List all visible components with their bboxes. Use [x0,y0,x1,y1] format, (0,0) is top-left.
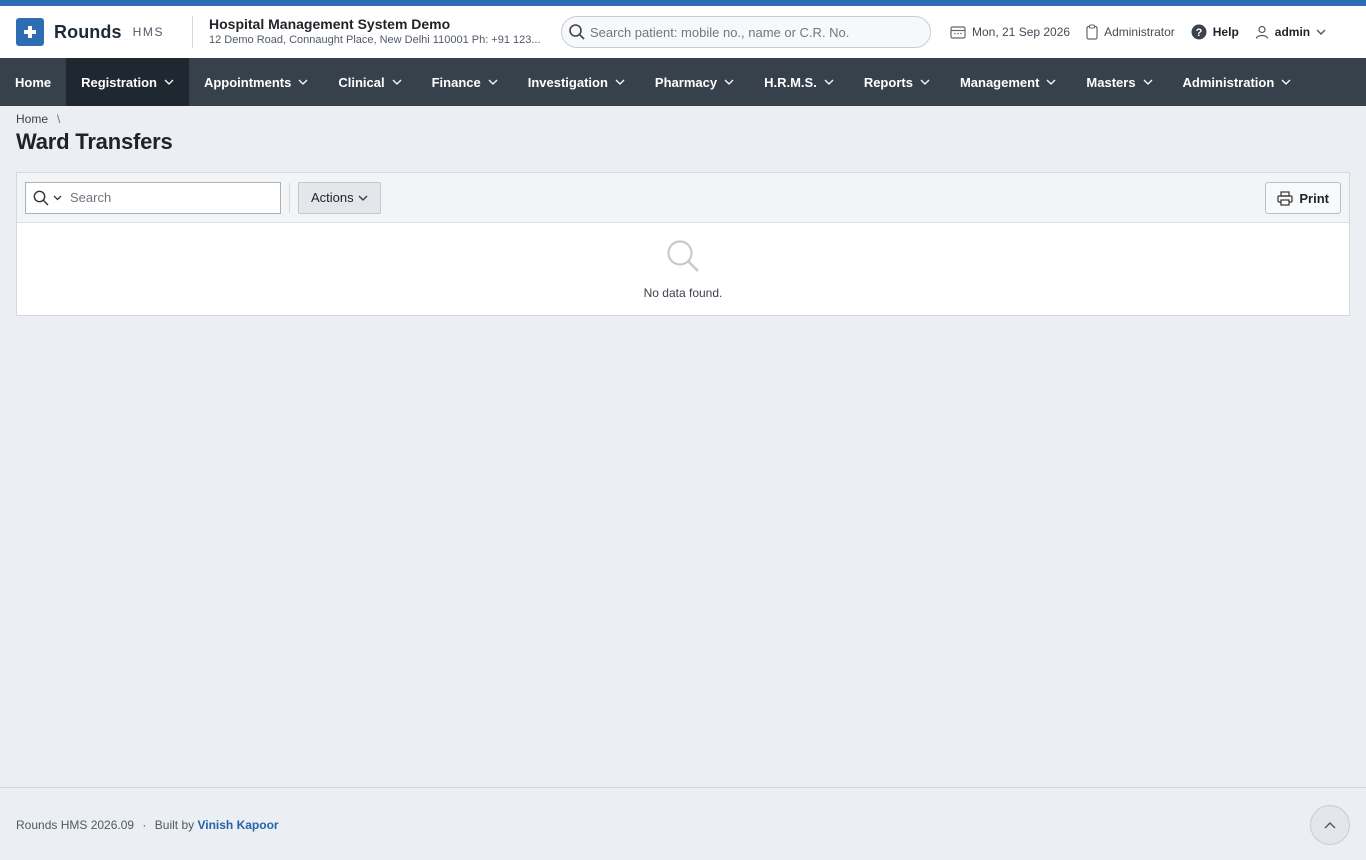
brand-sub: HMS [132,25,165,39]
chevron-down-icon [724,79,734,85]
search-column-dropdown[interactable] [33,190,62,206]
breadcrumb-separator: \ [57,112,61,126]
nav-hrms[interactable]: H.R.M.S. [749,58,849,106]
print-label: Print [1299,190,1329,206]
nav-finance[interactable]: Finance [417,58,513,106]
nav-pharmacy[interactable]: Pharmacy [640,58,749,106]
chevron-down-icon [824,79,834,85]
empty-message: No data found. [643,286,723,300]
nav-registration[interactable]: Registration [66,58,189,106]
nav-masters[interactable]: Masters [1071,58,1167,106]
clipboard-icon [1086,24,1098,40]
header-divider [192,16,193,48]
footer-built-by: Built by [154,818,195,832]
app-footer: Rounds HMS 2026.09 · Built by Vinish Kap… [0,787,1366,860]
breadcrumb: Home \ [16,112,60,126]
report-search-input[interactable] [70,190,270,205]
nav-label: Registration [81,74,157,90]
patient-search-input[interactable] [590,24,920,40]
report-search-box [25,181,281,214]
help-label: Help [1212,25,1239,39]
chevron-down-icon [488,79,498,85]
nav-investigation[interactable]: Investigation [513,58,640,106]
nav-label: H.R.M.S. [764,74,817,90]
print-button[interactable]: Print [1265,182,1341,214]
chevron-down-icon [392,79,402,85]
chevron-down-icon [1316,29,1326,35]
nav-label: Masters [1086,74,1136,90]
nav-administration[interactable]: Administration [1168,58,1307,106]
nav-management[interactable]: Management [945,58,1071,106]
footer-author-link[interactable]: Vinish Kapoor [197,818,278,832]
role-text: Administrator [1104,25,1175,39]
search-icon [569,24,585,40]
patient-search-box [561,16,931,48]
date-display: Mon, 21 Sep 2026 [950,25,1070,39]
help-icon: ? [1191,24,1207,40]
nav-label: Home [15,74,52,90]
brand[interactable]: Rounds HMS [16,18,178,46]
nav-label: Appointments [203,74,292,90]
plus-logo-icon [16,18,44,46]
actions-label: Actions [311,190,354,205]
date-text: Mon, 21 Sep 2026 [972,25,1071,39]
hospital-name: Hospital Management System Demo [209,16,451,32]
printer-icon [1277,190,1293,206]
brand-name: Rounds [54,21,122,42]
nav-home[interactable]: Home [0,58,66,106]
search-icon [33,190,49,205]
nav-label: Finance [431,74,481,90]
hospital-address: 12 Demo Road, Connaught Place, New Delhi… [209,34,541,46]
chevron-down-icon [298,79,308,85]
main-navbar: Home Registration Appointments Clinical … [0,58,1366,106]
footer-text: Rounds HMS 2026.09 · Built by Vinish Kap… [16,818,279,832]
ward-transfers-panel: Actions Print No data found. [16,172,1350,316]
header-right: Mon, 21 Sep 2026 Administrator ? Help ad… [950,6,1342,58]
report-toolbar: Actions Print [17,173,1349,223]
empty-state: No data found. [17,239,1349,300]
footer-separator: · [142,818,147,832]
nav-label: Management [959,74,1040,90]
toolbar-divider [289,182,290,213]
nav-label: Investigation [527,74,608,90]
user-icon [1255,25,1268,39]
nav-label: Administration [1182,74,1275,90]
user-name: admin [1274,25,1311,39]
nav-label: Clinical [338,74,385,90]
page-title: Ward Transfers [16,129,173,154]
nav-label: Pharmacy [654,74,718,90]
actions-button[interactable]: Actions [298,181,381,214]
chevron-down-icon [358,195,368,201]
help-link[interactable]: ? Help [1191,24,1239,40]
calendar-icon [950,26,966,39]
chevron-down-icon [1143,79,1153,85]
nav-reports[interactable]: Reports [849,58,945,106]
footer-version: Rounds HMS 2026.09 [16,818,135,832]
chevron-down-icon [1281,79,1291,85]
chevron-down-icon [920,79,930,85]
chevron-down-icon [164,79,174,85]
user-menu[interactable]: admin [1255,25,1326,39]
nav-appointments[interactable]: Appointments [189,58,323,106]
chevron-up-icon [1324,821,1336,828]
breadcrumb-home[interactable]: Home [16,112,48,126]
app-header: Rounds HMS Hospital Management System De… [0,6,1366,58]
svg-text:?: ? [1195,27,1202,39]
scroll-to-top-button[interactable] [1310,805,1350,845]
search-empty-icon [667,240,699,272]
chevron-down-icon [53,195,62,200]
hospital-info: Hospital Management System Demo 12 Demo … [209,16,569,48]
chevron-down-icon [615,79,625,85]
chevron-down-icon [1046,79,1056,85]
nav-clinical[interactable]: Clinical [323,58,416,106]
nav-label: Reports [863,74,913,90]
role-display[interactable]: Administrator [1086,24,1175,40]
